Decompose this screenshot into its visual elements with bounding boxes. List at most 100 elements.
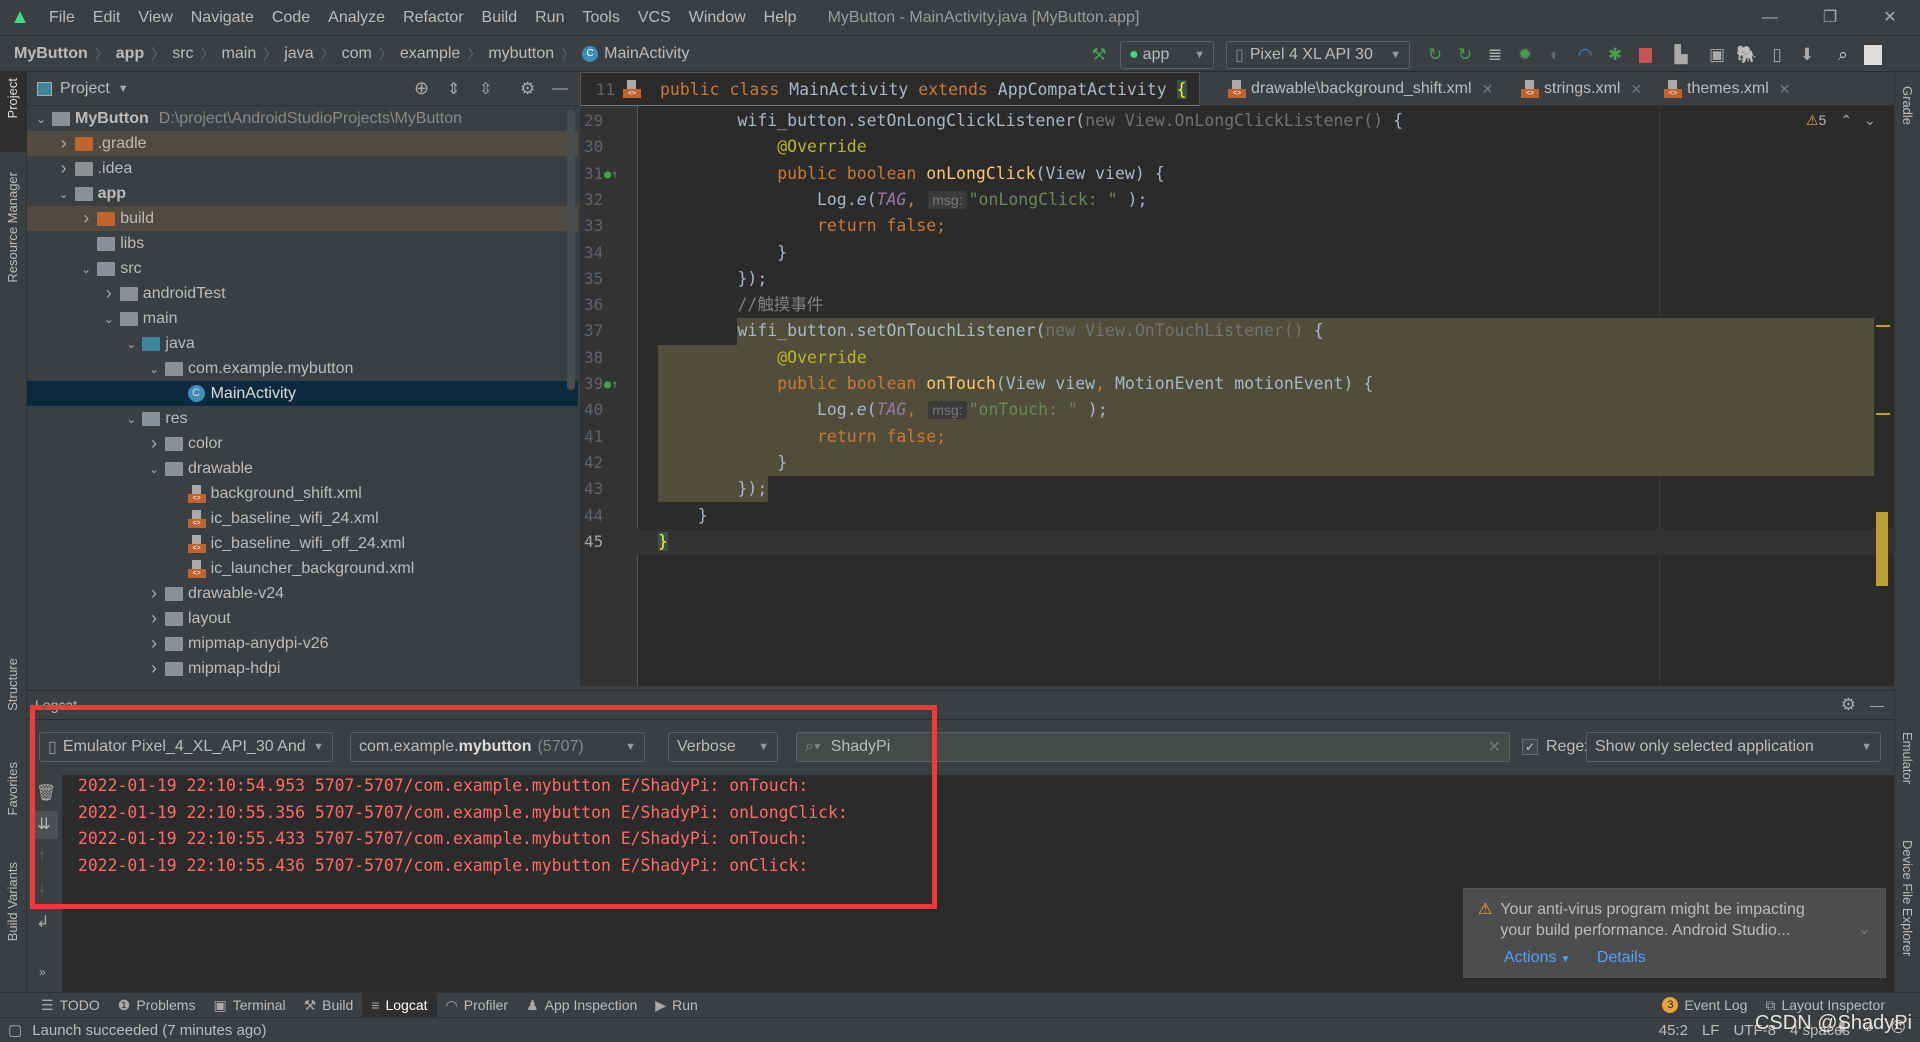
stripe-emulator[interactable]: Emulator bbox=[1900, 732, 1915, 784]
line-separator[interactable]: LF bbox=[1702, 1022, 1720, 1039]
tree-item[interactable]: › .idea bbox=[27, 156, 578, 181]
chevron-down-icon[interactable]: ⌄ bbox=[30, 112, 52, 126]
regex-checkbox[interactable]: ✓ Regex bbox=[1522, 732, 1592, 762]
close-tab-icon[interactable]: ✕ bbox=[1779, 81, 1791, 98]
minimize-icon[interactable]: — bbox=[1740, 0, 1800, 36]
implements-method-icon[interactable]: ●↑ bbox=[604, 161, 618, 187]
tree-item[interactable]: › color bbox=[27, 431, 578, 456]
code-line[interactable]: 41 return false; bbox=[580, 424, 1894, 450]
chevron-down-icon[interactable]: ⌄ bbox=[143, 462, 165, 476]
tree-item[interactable]: ⌄ com.example.mybutton bbox=[27, 356, 578, 381]
tab-strings[interactable]: strings.xml ✕ bbox=[1521, 72, 1642, 106]
tree-item[interactable]: › build bbox=[27, 206, 578, 231]
code-line[interactable]: 33 return false; bbox=[580, 213, 1894, 239]
tab-background-shift[interactable]: drawable\background_shift.xml ✕ bbox=[1228, 72, 1493, 106]
soft-wrap-icon[interactable]: ↲ bbox=[36, 912, 49, 932]
tool-tab-app-inspection[interactable]: ♟ App Inspection bbox=[517, 993, 646, 1018]
tool-tab-todo[interactable]: ☰ TODO bbox=[32, 993, 109, 1018]
notification-actions-link[interactable]: Actions bbox=[1504, 949, 1556, 966]
caret-position[interactable]: 45:2 bbox=[1659, 1022, 1688, 1039]
project-view-selector[interactable]: Project bbox=[60, 80, 110, 98]
code-line[interactable]: 31 ●↑ public boolean onLongClick(View vie… bbox=[580, 161, 1894, 187]
apply-code-changes-icon[interactable]: ↻ bbox=[1450, 40, 1480, 70]
tree-item[interactable]: ⌄ src bbox=[27, 256, 578, 281]
tree-item[interactable]: › androidTest bbox=[27, 281, 578, 306]
menu-code[interactable]: Code bbox=[263, 9, 319, 27]
tree-item[interactable]: ⌄ java bbox=[27, 331, 578, 356]
chevron-down-icon[interactable]: ⌄ bbox=[1864, 112, 1876, 128]
stripe-project[interactable]: Project bbox=[5, 78, 20, 118]
attach-debugger-icon[interactable]: ✱ bbox=[1600, 40, 1630, 70]
gear-icon[interactable]: ⚙ bbox=[520, 79, 535, 99]
menu-window[interactable]: Window bbox=[680, 9, 755, 27]
menu-view[interactable]: View bbox=[129, 9, 181, 27]
tree-item[interactable]: ic_baseline_wifi_24.xml bbox=[27, 506, 578, 531]
tree-item[interactable]: C MainActivity bbox=[27, 381, 578, 406]
chevron-right-icon[interactable]: › bbox=[143, 583, 165, 604]
debug-icon[interactable]: ✹ bbox=[1510, 40, 1540, 70]
event-log-button[interactable]: 3 Event Log bbox=[1653, 993, 1756, 1018]
code-line[interactable]: 40 Log.e(TAG, msg: "onTouch: " ); bbox=[580, 397, 1894, 423]
tool-tab-build[interactable]: ⚒ Build bbox=[295, 993, 363, 1018]
tree-item[interactable]: › drawable-v24 bbox=[27, 581, 578, 606]
run-config-dropdown[interactable]: ● app ▼ bbox=[1120, 41, 1214, 69]
tree-item[interactable]: › mipmap-anydpi-v26 bbox=[27, 631, 578, 656]
tool-tab-problems[interactable]: ❶ Problems bbox=[109, 993, 205, 1018]
chevron-down-icon[interactable]: ⌄ bbox=[98, 312, 120, 326]
tree-item[interactable]: ic_baseline_wifi_off_24.xml bbox=[27, 531, 578, 556]
chevron-down-icon[interactable]: ▼ bbox=[118, 83, 129, 95]
breadcrumb-mybutton[interactable]: MyButton bbox=[14, 45, 88, 63]
sync-icon[interactable]: ≣ bbox=[1480, 40, 1510, 70]
close-tab-icon[interactable]: ✕ bbox=[1630, 81, 1642, 98]
tree-item[interactable]: background_shift.xml bbox=[27, 481, 578, 506]
tree-item[interactable]: ic_launcher_background.xml bbox=[27, 556, 578, 581]
code-line[interactable]: 36 //触摸事件 bbox=[580, 292, 1894, 318]
menu-analyze[interactable]: Analyze bbox=[319, 9, 394, 27]
tree-scrollbar[interactable] bbox=[567, 110, 575, 390]
notification-details-link[interactable]: Details bbox=[1597, 949, 1646, 966]
tab-themes[interactable]: themes.xml ✕ bbox=[1664, 72, 1791, 106]
gradle-sync-icon[interactable]: 🐘 bbox=[1732, 40, 1762, 70]
chevron-right-icon[interactable]: › bbox=[143, 633, 165, 654]
stop-icon[interactable] bbox=[1630, 40, 1660, 70]
stripe-resource-manager[interactable]: Resource Manager bbox=[5, 172, 20, 283]
tool-tab-logcat[interactable]: ≡ Logcat bbox=[362, 992, 437, 1018]
code-line[interactable]: 34 } bbox=[580, 240, 1894, 266]
apply-changes-restart-icon[interactable]: ↻ bbox=[1420, 40, 1450, 70]
chevron-right-icon[interactable]: › bbox=[143, 433, 165, 454]
code-line[interactable]: 30 @Override bbox=[580, 134, 1894, 160]
status-toggle-icon[interactable]: ▢ bbox=[8, 1021, 22, 1039]
code-line[interactable]: 42 } bbox=[580, 450, 1894, 476]
chevron-down-icon[interactable]: ⌄ bbox=[75, 262, 97, 276]
menu-vcs[interactable]: VCS bbox=[629, 9, 680, 27]
filter-selector[interactable]: Show only selected application ▼ bbox=[1586, 732, 1881, 762]
editor-scroll-thumb[interactable] bbox=[1876, 512, 1888, 586]
tree-item[interactable]: ⌄ main bbox=[27, 306, 578, 331]
chevron-right-icon[interactable]: › bbox=[143, 658, 165, 679]
coverage-icon[interactable]: ◐ bbox=[1540, 40, 1570, 70]
hide-panel-icon[interactable]: — bbox=[552, 80, 568, 98]
tool-tab-run[interactable]: ▶ Run bbox=[646, 993, 706, 1018]
more-icon[interactable]: » bbox=[39, 965, 46, 979]
stripe-structure[interactable]: Structure bbox=[5, 658, 20, 711]
tree-item[interactable]: ⌄ drawable bbox=[27, 456, 578, 481]
tool-tab-profiler[interactable]: ◠ Profiler bbox=[437, 993, 518, 1018]
menu-refactor[interactable]: Refactor bbox=[394, 9, 472, 27]
tree-item[interactable]: › mipmap-hdpi bbox=[27, 656, 578, 681]
breadcrumb-com[interactable]: com bbox=[342, 45, 372, 63]
build-hammer-icon[interactable]: ⚒ bbox=[1084, 40, 1114, 70]
sdk-manager-icon[interactable]: ⬇ bbox=[1792, 40, 1822, 70]
menu-navigate[interactable]: Navigate bbox=[182, 9, 263, 27]
code-line[interactable]: 39 ●↑ public boolean onTouch(View view, M… bbox=[580, 371, 1894, 397]
implements-method-icon[interactable]: ●↑ bbox=[604, 371, 618, 397]
chevron-right-icon[interactable]: › bbox=[98, 283, 120, 304]
breadcrumb-src[interactable]: src bbox=[172, 45, 193, 63]
code-line[interactable]: 45} bbox=[580, 528, 1894, 556]
profile-icon[interactable]: ◠ bbox=[1570, 40, 1600, 70]
menu-run[interactable]: Run bbox=[526, 9, 573, 27]
code-line[interactable]: 44 } bbox=[580, 503, 1894, 529]
inspection-widget[interactable]: ⚠5 ⌃ ⌄ bbox=[1806, 112, 1876, 129]
close-icon[interactable]: ✕ bbox=[1860, 0, 1920, 36]
menu-file[interactable]: File bbox=[40, 9, 84, 27]
locate-icon[interactable]: ⊕ bbox=[414, 78, 429, 99]
